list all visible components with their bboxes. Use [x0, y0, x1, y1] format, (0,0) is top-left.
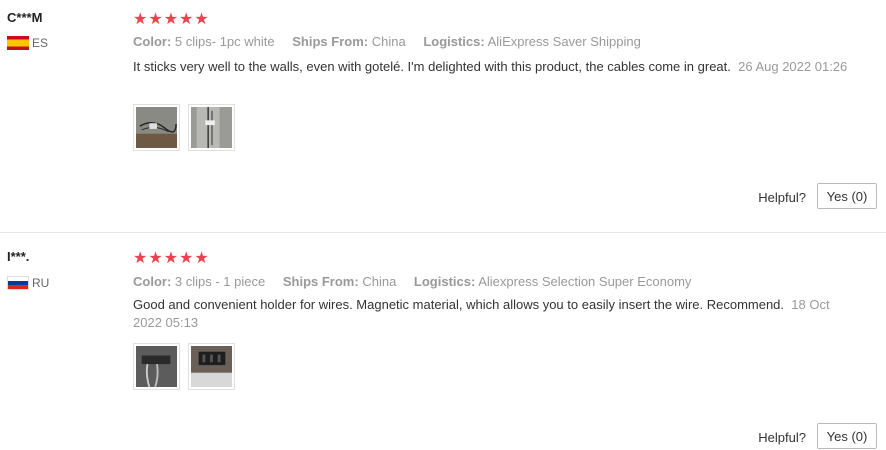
color-value: 3 clips - 1 piece: [174, 274, 266, 289]
russia-flag-icon: [7, 276, 29, 290]
color-label: Color:: [133, 274, 172, 289]
review-body: Good and convenient holder for wires. Ma…: [133, 297, 785, 312]
review-photos: [133, 104, 235, 151]
helpful-yes-button[interactable]: Yes (0): [817, 423, 877, 449]
reviewer-name: I***.: [7, 249, 30, 264]
ships-from-value: China: [362, 274, 397, 289]
reviewer-name: C***M: [7, 10, 43, 25]
logistics-label: Logistics:: [423, 34, 485, 49]
review-photo-thumbnail[interactable]: [133, 343, 180, 390]
helpful-label: Helpful?: [758, 430, 806, 445]
reviewer-country: ES: [7, 36, 48, 50]
review-meta: Color: 5 clips- 1pc white Ships From: Ch…: [133, 34, 641, 49]
review-text: Good and convenient holder for wires. Ma…: [133, 296, 853, 332]
country-code: ES: [32, 36, 49, 50]
spain-flag-icon: [7, 36, 29, 50]
ships-from-label: Ships From:: [282, 274, 359, 289]
review-photo-thumbnail[interactable]: [188, 104, 235, 151]
review-meta: Color: 3 clips - 1 piece Ships From: Chi…: [133, 274, 691, 289]
ships-from-label: Ships From:: [292, 34, 369, 49]
color-label: Color:: [133, 34, 172, 49]
reviewer-country: RU: [7, 276, 49, 290]
helpful-label: Helpful?: [758, 190, 806, 205]
review-date: 26 Aug 2022 01:26: [738, 59, 848, 74]
cable-clip-photo-icon: [136, 346, 177, 387]
review-photos: [133, 343, 235, 390]
review-photo-thumbnail[interactable]: [133, 104, 180, 151]
cable-clip-photo-icon: [191, 107, 232, 148]
ships-from-value: China: [371, 34, 406, 49]
cable-clip-photo-icon: [191, 346, 232, 387]
review-body: It sticks very well to the walls, even w…: [133, 59, 731, 74]
logistics-value: Aliexpress Selection Super Economy: [478, 274, 692, 289]
logistics-label: Logistics:: [413, 274, 476, 289]
review-item: C***M ES ★★★★★ Color: 5 clips- 1pc white…: [0, 0, 886, 233]
review-item: I***. RU ★★★★★ Color: 3 clips - 1 piece …: [0, 240, 886, 450]
star-rating: ★★★★★: [133, 11, 210, 28]
country-code: RU: [32, 276, 50, 290]
color-value: 5 clips- 1pc white: [174, 34, 275, 49]
review-photo-thumbnail[interactable]: [188, 343, 235, 390]
cable-clip-photo-icon: [136, 107, 177, 148]
logistics-value: AliExpress Saver Shipping: [487, 34, 641, 49]
review-text: It sticks very well to the walls, even w…: [133, 58, 853, 76]
star-rating: ★★★★★: [133, 250, 210, 267]
helpful-yes-button[interactable]: Yes (0): [817, 183, 877, 209]
